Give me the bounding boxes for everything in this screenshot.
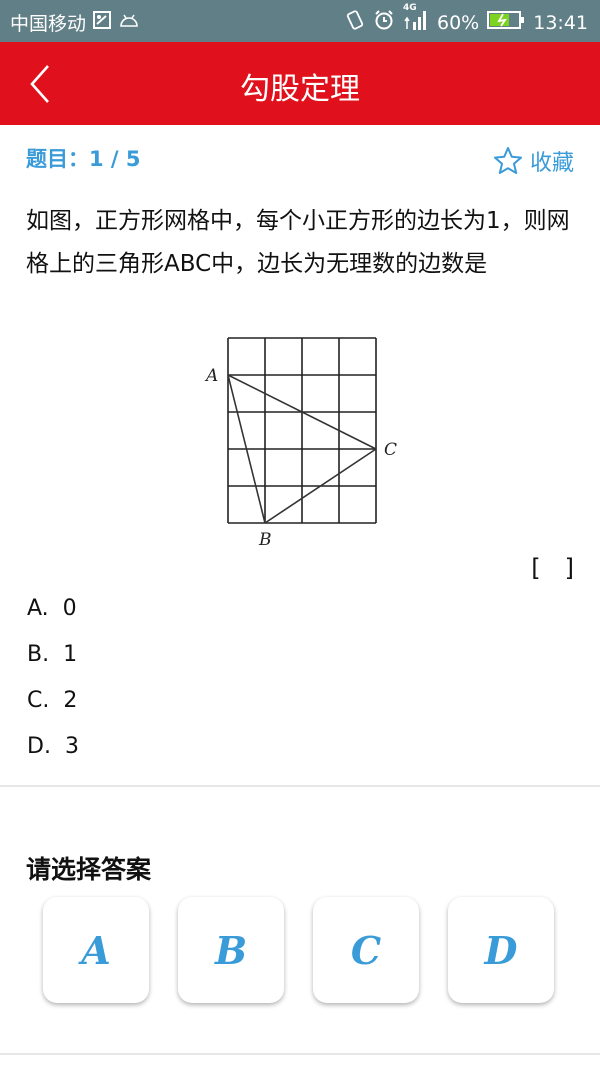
answer-choice-d[interactable]: D	[448, 897, 554, 1003]
clock: 13:41	[533, 11, 588, 34]
favorite-button[interactable]: 收藏	[492, 145, 574, 177]
option-value: 3	[64, 734, 79, 759]
answer-choice-c[interactable]: C	[313, 897, 419, 1003]
option-b[interactable]: B. 1	[27, 638, 79, 684]
option-c[interactable]: C. 2	[27, 684, 79, 730]
triangle-grid-figure: A B C	[204, 337, 397, 545]
app-bar: 勾股定理	[0, 42, 600, 125]
answer-choice-b[interactable]: B	[178, 897, 284, 1003]
option-value: 0	[62, 596, 77, 621]
question-counter: 题目：1 / 5	[26, 143, 141, 173]
option-letter: A.	[27, 596, 49, 621]
vibrate-icon	[345, 9, 365, 36]
battery-charging-icon	[487, 10, 525, 35]
star-outline-icon	[493, 147, 522, 174]
status-bar: 中国移动 4G 60% 13:41	[0, 0, 600, 42]
battery-percent: 60%	[437, 11, 480, 34]
option-value: 1	[63, 642, 78, 667]
answer-section-title: 请选择答案	[26, 855, 152, 884]
signal-icon: 4G	[403, 3, 429, 36]
carrier-name: 中国移动	[10, 13, 87, 35]
answer-bracket: [ ]	[531, 554, 574, 582]
network-type: 4G	[403, 3, 417, 13]
android-icon	[118, 11, 140, 34]
vertex-label-a: A	[204, 366, 218, 386]
bottom-divider	[0, 1053, 600, 1055]
option-list: A. 0 B. 1 C. 2 D. 3	[27, 592, 79, 776]
question-counter-value: 1 / 5	[89, 147, 141, 171]
option-letter: C.	[27, 688, 50, 713]
question-counter-label: 题目：	[26, 147, 89, 171]
vertex-label-b: B	[258, 530, 272, 545]
question-text: 如图，正方形网格中，每个小正方形的边长为1，则网格上的三角形ABC中，边长为无理…	[26, 208, 570, 277]
vertex-label-c: C	[384, 440, 397, 460]
option-letter: B.	[27, 642, 50, 667]
page-title: 勾股定理	[240, 72, 360, 107]
answer-choices: A B C D	[43, 897, 554, 1003]
option-letter: D.	[27, 734, 51, 759]
option-a[interactable]: A. 0	[27, 592, 79, 638]
favorite-label: 收藏	[529, 151, 574, 176]
image-notification-icon	[92, 10, 112, 35]
answer-choice-a[interactable]: A	[43, 897, 149, 1003]
option-d[interactable]: D. 3	[27, 730, 79, 776]
alarm-icon	[373, 9, 395, 36]
section-divider	[0, 785, 600, 787]
option-value: 2	[63, 688, 78, 713]
